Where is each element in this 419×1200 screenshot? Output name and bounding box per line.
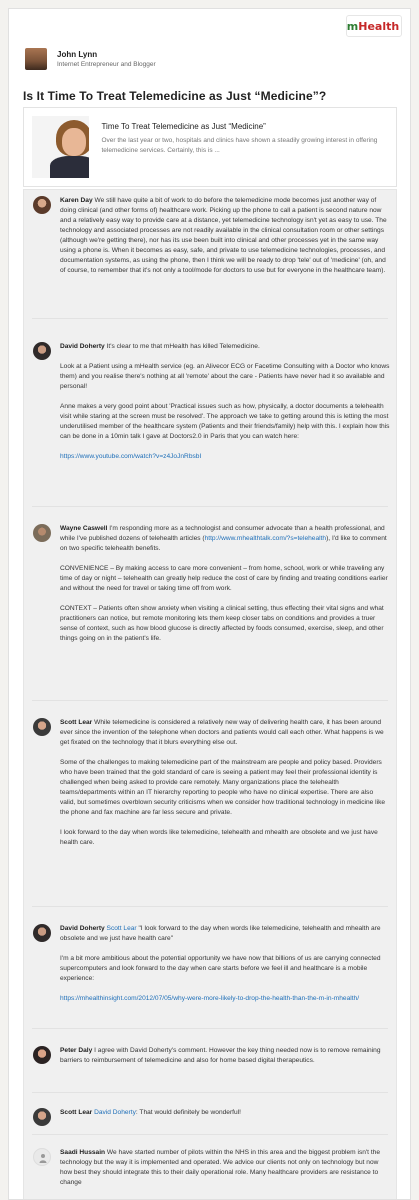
- author-avatar[interactable]: [25, 48, 47, 70]
- commenter-name[interactable]: Karen Day: [60, 197, 93, 204]
- comment-paragraph: I'm a bit more ambitious about the poten…: [60, 955, 381, 982]
- divider: [32, 1134, 388, 1135]
- mention-tag[interactable]: David Doherty: [94, 1109, 136, 1116]
- preview-image: [32, 116, 90, 178]
- avatar[interactable]: [33, 196, 51, 214]
- default-avatar-icon[interactable]: [33, 1148, 51, 1166]
- comment-text: I agree with David Doherty's comment. Ho…: [60, 1047, 381, 1064]
- article-title: Is It Time To Treat Telemedicine as Just…: [23, 89, 327, 103]
- divider: [32, 506, 388, 507]
- post-card: m Health John Lynn Internet Entrepreneur …: [8, 8, 411, 1200]
- commenter-name[interactable]: Peter Daly: [60, 1047, 92, 1054]
- divider: [32, 1028, 388, 1029]
- commenter-name[interactable]: David Doherty: [60, 343, 105, 350]
- comments-section: Karen Day We still have quite a bit of w…: [23, 189, 397, 1199]
- divider: [32, 700, 388, 701]
- comment-paragraph: CONTEXT – Patients often show anxiety wh…: [60, 605, 384, 642]
- avatar[interactable]: [33, 1046, 51, 1064]
- divider: [32, 318, 388, 319]
- commenter-name[interactable]: Wayne Caswell: [60, 525, 107, 532]
- comment-text: It's clear to me that mHealth has killed…: [106, 343, 260, 350]
- comment-text: We still have quite a bit of work to do …: [60, 197, 387, 274]
- mhealth-logo: m Health: [346, 15, 402, 37]
- comment-paragraph: Some of the challenges to making telemed…: [60, 759, 386, 816]
- logo-m: m: [346, 19, 359, 33]
- comment-paragraph: Anne makes a very good point about 'Prac…: [60, 403, 390, 440]
- divider: [32, 1092, 388, 1093]
- comment-paragraph: CONVENIENCE – By making access to care m…: [60, 565, 388, 592]
- commenter-name[interactable]: Scott Lear: [60, 719, 92, 726]
- comment-paragraph: Look at a Patient using a mHealth servic…: [60, 363, 390, 390]
- article-preview-card[interactable]: Time To Treat Telemedicine as Just “Medi…: [23, 107, 397, 187]
- mhealthtalk-link[interactable]: http://www.mhealthtalk.com/?s=telehealth: [205, 535, 327, 542]
- divider: [32, 906, 388, 907]
- comment-paragraph: I look forward to the day when words lik…: [60, 829, 378, 846]
- commenter-name[interactable]: Scott Lear: [60, 1109, 92, 1116]
- preview-title: Time To Treat Telemedicine as Just “Medi…: [101, 122, 266, 131]
- author-name[interactable]: John Lynn: [57, 50, 156, 59]
- comment-text: We have started number of pilots within …: [60, 1149, 381, 1186]
- avatar[interactable]: [33, 718, 51, 736]
- logo-health: Health: [358, 19, 400, 33]
- preview-description: Over the last year or two, hospitals and…: [101, 137, 378, 154]
- avatar[interactable]: [33, 524, 51, 542]
- avatar[interactable]: [33, 924, 51, 942]
- author-bio: Internet Entrepreneur and Blogger: [57, 61, 156, 68]
- author-block: John Lynn Internet Entrepreneur and Blog…: [25, 41, 156, 77]
- youtube-link[interactable]: https://www.youtube.com/watch?v=z4JoJnRb…: [60, 452, 390, 462]
- comment-text: While telemedicine is considered a relat…: [60, 719, 384, 746]
- commenter-name[interactable]: Saadi Hussain: [60, 1149, 105, 1156]
- avatar[interactable]: [33, 1108, 51, 1126]
- commenter-name[interactable]: David Doherty: [60, 925, 105, 932]
- mhealthinsight-link[interactable]: https://mhealthinsight.com/2012/07/05/wh…: [60, 994, 390, 1004]
- avatar[interactable]: [33, 342, 51, 360]
- mention-tag[interactable]: Scott Lear: [107, 925, 137, 932]
- comment-text: : That would definitely be wonderful!: [135, 1109, 241, 1116]
